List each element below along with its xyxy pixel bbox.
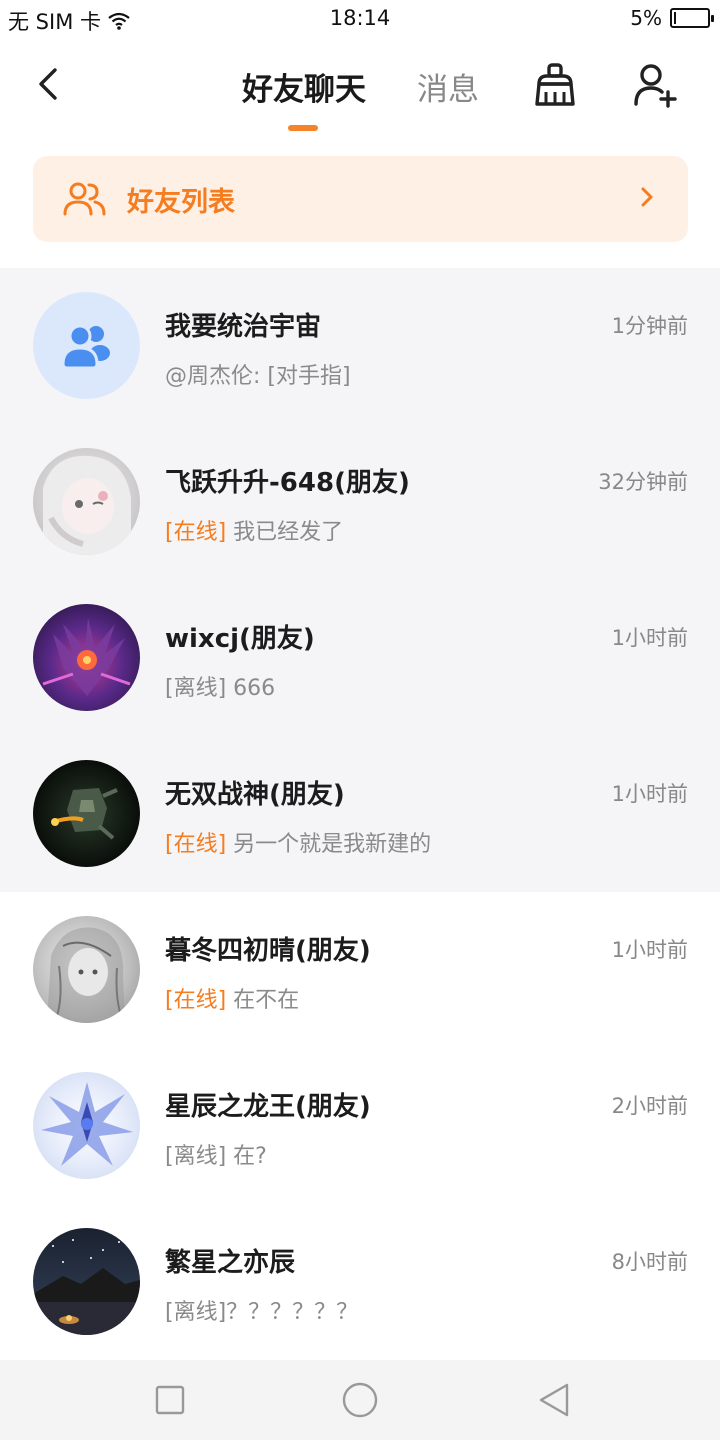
recents-button[interactable] (150, 1380, 190, 1420)
friend-list-label: 好友列表 (127, 186, 235, 218)
battery-level-fill (674, 12, 676, 24)
tab-messages[interactable]: 消息 (417, 64, 479, 109)
sketch-girl-avatar-image (47, 927, 125, 1023)
presence-status: [在线] (165, 520, 227, 545)
circle-icon (342, 1382, 378, 1418)
conversation-time: 32分钟前 (598, 470, 688, 494)
last-message: @周杰伦: [对手指] (165, 358, 351, 390)
conversation-list: 我要统治宇宙 1分钟前 @周杰伦: [对手指] 飞跃升升-648(朋友) 32分… (0, 268, 720, 1360)
avatar (33, 448, 140, 555)
avatar (33, 916, 140, 1023)
conversation-name: 无双战神(朋友) (165, 780, 345, 810)
square-icon (155, 1385, 185, 1415)
presence-status: [在线] (165, 832, 227, 857)
anime-avatar-image (43, 455, 131, 555)
conversation-item[interactable]: 无双战神(朋友) 1小时前 [在线] 另一个就是我新建的 (0, 736, 720, 892)
last-message: [离线] 在? (165, 1138, 267, 1170)
avatar (33, 1228, 140, 1335)
conversation-name: 暮冬四初晴(朋友) (165, 936, 371, 966)
last-message-text: 在不在 (226, 988, 300, 1013)
chevron-left-icon (39, 68, 57, 100)
conversation-time: 1小时前 (611, 782, 688, 806)
conversation-time: 2小时前 (611, 1094, 688, 1118)
system-back-button[interactable] (534, 1380, 574, 1420)
last-message: [离线]？？？？？？ (165, 1294, 358, 1326)
battery-icon (670, 8, 714, 28)
conversation-item[interactable]: 我要统治宇宙 1分钟前 @周杰伦: [对手指] (0, 268, 720, 424)
triangle-back-icon (539, 1383, 569, 1417)
avatar (33, 760, 140, 867)
active-tab-indicator (288, 125, 318, 131)
conversation-item[interactable]: 星辰之龙王(朋友) 2小时前 [离线] 在? (0, 1048, 720, 1204)
add-friend-button[interactable] (630, 60, 680, 110)
chevron-right-icon (641, 187, 653, 207)
last-message-text: ？？？？？？ (226, 1300, 359, 1325)
battery-status: 5% (630, 6, 714, 30)
avatar (33, 1072, 140, 1179)
last-message-text: 在? (226, 1144, 267, 1169)
last-message-text: 666 (226, 676, 276, 701)
conversation-name: 我要统治宇宙 (165, 312, 322, 342)
tab-friend-chat[interactable]: 好友聊天 (242, 64, 366, 109)
top-nav: 好友聊天 消息 (0, 38, 720, 138)
last-message: [在线] 在不在 (165, 982, 299, 1014)
last-message: [在线] 另一个就是我新建的 (165, 826, 431, 858)
conversation-item[interactable]: wixcj(朋友) 1小时前 [离线] 666 (0, 580, 720, 736)
night-sky-avatar-image (33, 1239, 140, 1335)
last-message: [在线] 我已经发了 (165, 514, 343, 546)
presence-status: [离线] (165, 1300, 227, 1325)
system-nav-bar (0, 1360, 720, 1440)
last-message-text: 我已经发了 (226, 520, 344, 545)
presence-status: [离线] (165, 1144, 227, 1169)
clear-messages-button[interactable] (530, 60, 580, 110)
broom-icon (535, 63, 575, 106)
conversation-time: 1小时前 (611, 626, 688, 650)
friend-list-banner[interactable]: 好友列表 (33, 156, 688, 242)
friends-icon (63, 182, 106, 216)
avatar (33, 604, 140, 711)
conversation-time: 1分钟前 (611, 314, 688, 338)
last-message: [离线] 666 (165, 670, 275, 702)
crystal-dragon-avatar-image (41, 1082, 133, 1166)
conversation-item[interactable]: 飞跃升升-648(朋友) 32分钟前 [在线] 我已经发了 (0, 424, 720, 580)
group-avatar (33, 292, 140, 399)
group-icon (61, 324, 110, 370)
last-message-text: 另一个就是我新建的 (226, 832, 432, 857)
conversation-time: 1小时前 (611, 938, 688, 962)
conversation-name: 飞跃升升-648(朋友) (165, 468, 410, 498)
back-button[interactable] (26, 62, 70, 106)
battery-percent: 5% (630, 6, 662, 30)
conversation-name: wixcj(朋友) (165, 624, 315, 654)
presence-status: [在线] (165, 988, 227, 1013)
monster-avatar-image (42, 618, 131, 696)
presence-status: [离线] (165, 676, 227, 701)
home-button[interactable] (340, 1380, 380, 1420)
conversation-item[interactable]: 暮冬四初晴(朋友) 1小时前 [在线] 在不在 (0, 892, 720, 1048)
clock: 18:14 (329, 6, 391, 30)
conversation-item[interactable]: 繁星之亦辰 8小时前 [离线]？？？？？？ (0, 1204, 720, 1360)
status-bar: 无 SIM 卡 18:14 5% (0, 0, 720, 38)
add-user-icon (634, 64, 677, 108)
conversation-name: 繁星之亦辰 (165, 1248, 296, 1278)
mech-avatar-image (51, 788, 118, 840)
conversation-time: 8小时前 (611, 1250, 688, 1274)
conversation-name: 星辰之龙王(朋友) (165, 1092, 371, 1122)
last-message-text: @周杰伦: [对手指] (165, 364, 351, 389)
